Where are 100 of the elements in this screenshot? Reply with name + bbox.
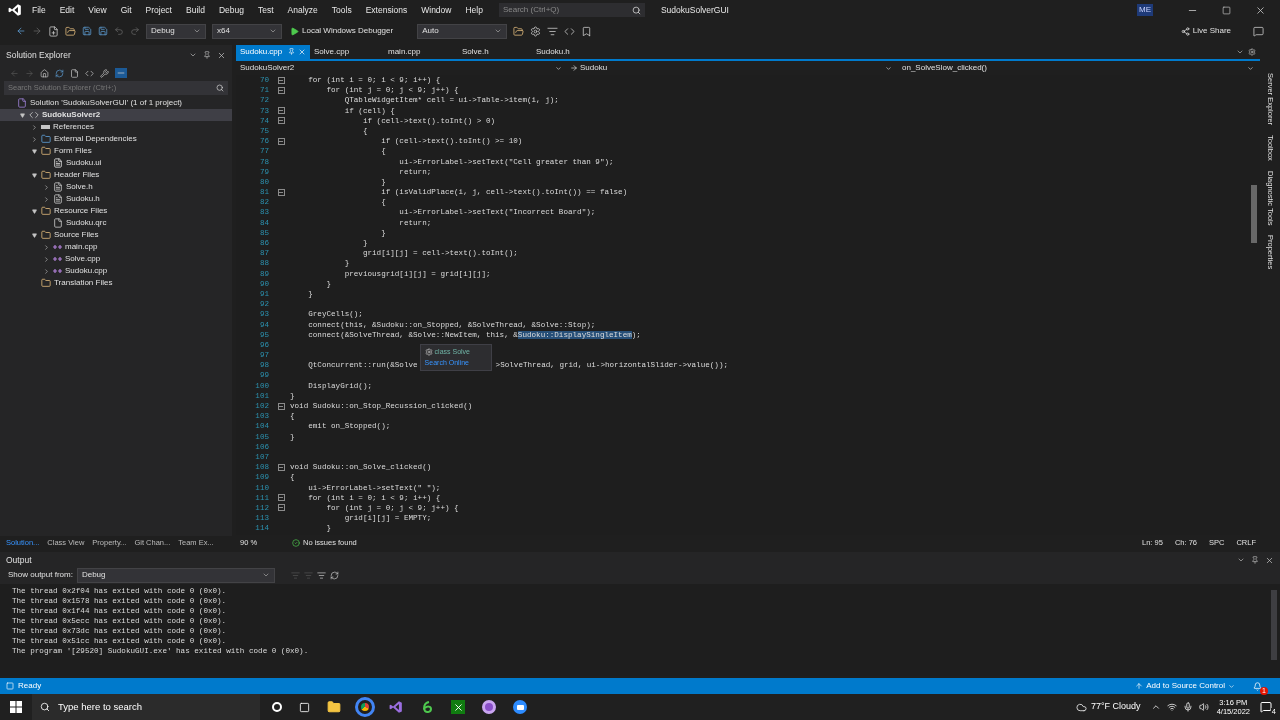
- home-icon[interactable]: [40, 68, 49, 78]
- fold-toggle-icon[interactable]: [277, 76, 285, 84]
- configuration-dropdown[interactable]: Debug: [146, 23, 206, 39]
- tree-item[interactable]: Sudoku.h: [0, 193, 232, 205]
- start-icon[interactable]: [10, 701, 22, 713]
- expanded-arrow-icon[interactable]: [19, 112, 25, 118]
- fold-toggle-icon[interactable]: [277, 107, 285, 115]
- tree-item[interactable]: SudokuSolver2: [0, 109, 232, 121]
- fold-toggle-icon[interactable]: [277, 402, 285, 410]
- file-explorer-icon[interactable]: [327, 700, 341, 714]
- tree-item[interactable]: Sudoku.qrc: [0, 217, 232, 229]
- cloud-icon[interactable]: [1076, 701, 1087, 713]
- chevron-icon[interactable]: [1150, 702, 1161, 712]
- taskbar-search-field[interactable]: Type here to search: [32, 694, 260, 720]
- xbox-icon[interactable]: [451, 700, 465, 714]
- open-folder-icon[interactable]: [65, 25, 76, 37]
- close-icon[interactable]: [1265, 555, 1274, 565]
- tree-item[interactable]: Sudoku.cpp: [0, 265, 232, 277]
- restore-button[interactable]: [1222, 5, 1231, 15]
- fold-toggle-icon[interactable]: [277, 504, 285, 512]
- indent-icon[interactable]: [547, 25, 559, 37]
- tree-item[interactable]: Header Files: [0, 169, 232, 181]
- feedback-icon[interactable]: [1253, 25, 1264, 37]
- close-icon[interactable]: [298, 48, 306, 56]
- sync-icon[interactable]: [55, 68, 64, 78]
- tree-item[interactable]: Solution 'SudokuSolverGUI' (1 of 1 project): [0, 97, 232, 109]
- pin-icon[interactable]: [1251, 555, 1259, 564]
- visual-studio-icon[interactable]: [389, 700, 403, 714]
- properties-icon[interactable]: [100, 68, 109, 78]
- fold-toggle-icon[interactable]: [277, 137, 285, 145]
- browser-icon[interactable]: [358, 700, 372, 714]
- expanded-arrow-icon[interactable]: [31, 172, 37, 178]
- file-tab[interactable]: Sudoku.cpp: [236, 45, 310, 59]
- list-icon[interactable]: [316, 570, 326, 580]
- tree-item[interactable]: External Dependencies: [0, 133, 232, 145]
- file-tab[interactable]: Solve.h: [458, 45, 532, 59]
- close-button[interactable]: [1255, 4, 1266, 16]
- weather-text[interactable]: 77°F Cloudy: [1091, 700, 1141, 714]
- menu-item[interactable]: Analyze: [287, 3, 318, 17]
- scope-dropdown[interactable]: Sudoku: [566, 62, 896, 74]
- member-dropdown[interactable]: on_SolveSlow_clicked(): [896, 62, 1260, 74]
- code-icon[interactable]: [85, 68, 94, 78]
- dropdown-icon[interactable]: [1236, 48, 1244, 56]
- live-share-button[interactable]: Live Share: [1180, 25, 1231, 37]
- tree-item[interactable]: Translation Files: [0, 277, 232, 289]
- output-source-dropdown[interactable]: Debug: [76, 567, 275, 583]
- file-tab[interactable]: main.cpp: [384, 45, 458, 59]
- fold-toggle-icon[interactable]: [277, 463, 285, 471]
- fold-toggle-icon[interactable]: [277, 86, 285, 94]
- menu-item[interactable]: Tools: [331, 3, 352, 17]
- notifications-icon[interactable]: [1260, 701, 1272, 713]
- app-icon[interactable]: [482, 700, 496, 714]
- fold-toggle-icon[interactable]: [277, 494, 285, 502]
- menu-item[interactable]: Help: [465, 3, 483, 17]
- expanded-arrow-icon[interactable]: [31, 232, 37, 238]
- gear-icon[interactable]: [530, 25, 542, 37]
- fold-toggle-icon[interactable]: [277, 188, 285, 196]
- close-icon[interactable]: [217, 50, 226, 60]
- new-file-icon[interactable]: [48, 25, 59, 37]
- tree-item[interactable]: Solve.cpp: [0, 253, 232, 265]
- settings-icon[interactable]: [1248, 48, 1256, 56]
- tree-item[interactable]: Resource Files: [0, 205, 232, 217]
- platform-dropdown[interactable]: x64: [212, 23, 282, 39]
- expanded-arrow-icon[interactable]: [31, 148, 37, 154]
- menu-item[interactable]: Build: [186, 3, 205, 17]
- tree-item[interactable]: Source Files: [0, 229, 232, 241]
- tree-item[interactable]: Form Files: [0, 145, 232, 157]
- tree-item[interactable]: References: [0, 121, 232, 133]
- account-badge[interactable]: ME: [1137, 4, 1153, 16]
- project-dropdown[interactable]: SudokuSolver2: [236, 62, 566, 74]
- back-icon[interactable]: [16, 26, 26, 36]
- files-icon[interactable]: [70, 68, 79, 78]
- wifi-icon[interactable]: [1166, 702, 1177, 712]
- menu-item[interactable]: Git: [120, 3, 132, 17]
- bookmark-icon[interactable]: [581, 25, 593, 37]
- pin-icon[interactable]: [203, 50, 211, 59]
- tree-item[interactable]: Sudoku.ui: [0, 157, 232, 169]
- tree-item[interactable]: Solve.h: [0, 181, 232, 193]
- video-call-icon[interactable]: [513, 700, 527, 714]
- run-button[interactable]: Local Windows Debugger: [288, 25, 396, 37]
- menu-item[interactable]: Extensions: [365, 3, 408, 17]
- microphone-icon[interactable]: [1182, 702, 1193, 712]
- menu-item[interactable]: Project: [145, 3, 172, 17]
- save-all-icon[interactable]: [98, 26, 108, 36]
- menu-item[interactable]: File: [32, 3, 46, 17]
- file-tab[interactable]: Sudoku.h: [532, 45, 606, 59]
- fold-toggle-icon[interactable]: [277, 117, 285, 125]
- expanded-arrow-icon[interactable]: [31, 208, 37, 214]
- menu-item[interactable]: Test: [257, 3, 274, 17]
- app-icon[interactable]: [420, 700, 434, 714]
- save-icon[interactable]: [82, 26, 92, 36]
- task-view-icon[interactable]: [299, 701, 310, 713]
- folder-icon[interactable]: [513, 25, 525, 37]
- search-field[interactable]: Search (Ctrl+Q): [498, 3, 645, 17]
- bell-icon[interactable]: [1253, 681, 1262, 691]
- file-tab[interactable]: Solve.cpp: [310, 45, 384, 59]
- cortana-icon[interactable]: [272, 702, 282, 712]
- menu-item[interactable]: Edit: [59, 3, 75, 17]
- menu-item[interactable]: View: [88, 3, 107, 17]
- tree-item[interactable]: main.cpp: [0, 241, 232, 253]
